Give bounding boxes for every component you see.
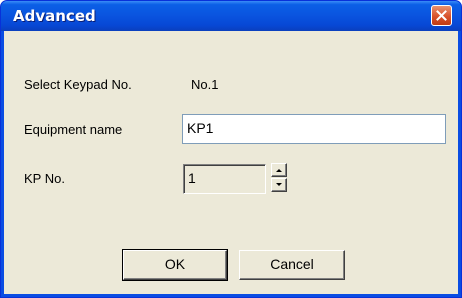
kp-no-label: KP No. bbox=[24, 171, 65, 186]
keypad-no-value: No.1 bbox=[191, 77, 219, 92]
kp-no-spin-up-button[interactable] bbox=[271, 163, 287, 177]
arrow-up-icon bbox=[276, 169, 282, 172]
kp-no-field[interactable]: 1 bbox=[183, 164, 266, 194]
keypad-no-label: Select Keypad No. bbox=[24, 77, 132, 92]
kp-no-spin-down-button[interactable] bbox=[271, 178, 287, 192]
equipment-name-label: Equipment name bbox=[24, 122, 123, 137]
close-button[interactable] bbox=[431, 5, 452, 26]
title-bar[interactable]: Advanced bbox=[1, 1, 461, 31]
dialog-title: Advanced bbox=[13, 7, 96, 25]
advanced-dialog: Advanced Select Keypad No. No.1 Equipmen… bbox=[0, 0, 462, 298]
dialog-body: Select Keypad No. No.1 Equipment name KP… bbox=[4, 31, 458, 294]
arrow-down-icon bbox=[276, 183, 282, 186]
close-icon bbox=[436, 10, 447, 21]
ok-button[interactable]: OK bbox=[122, 249, 228, 281]
equipment-name-input[interactable]: KP1 bbox=[182, 114, 446, 144]
cancel-button[interactable]: Cancel bbox=[239, 250, 345, 280]
